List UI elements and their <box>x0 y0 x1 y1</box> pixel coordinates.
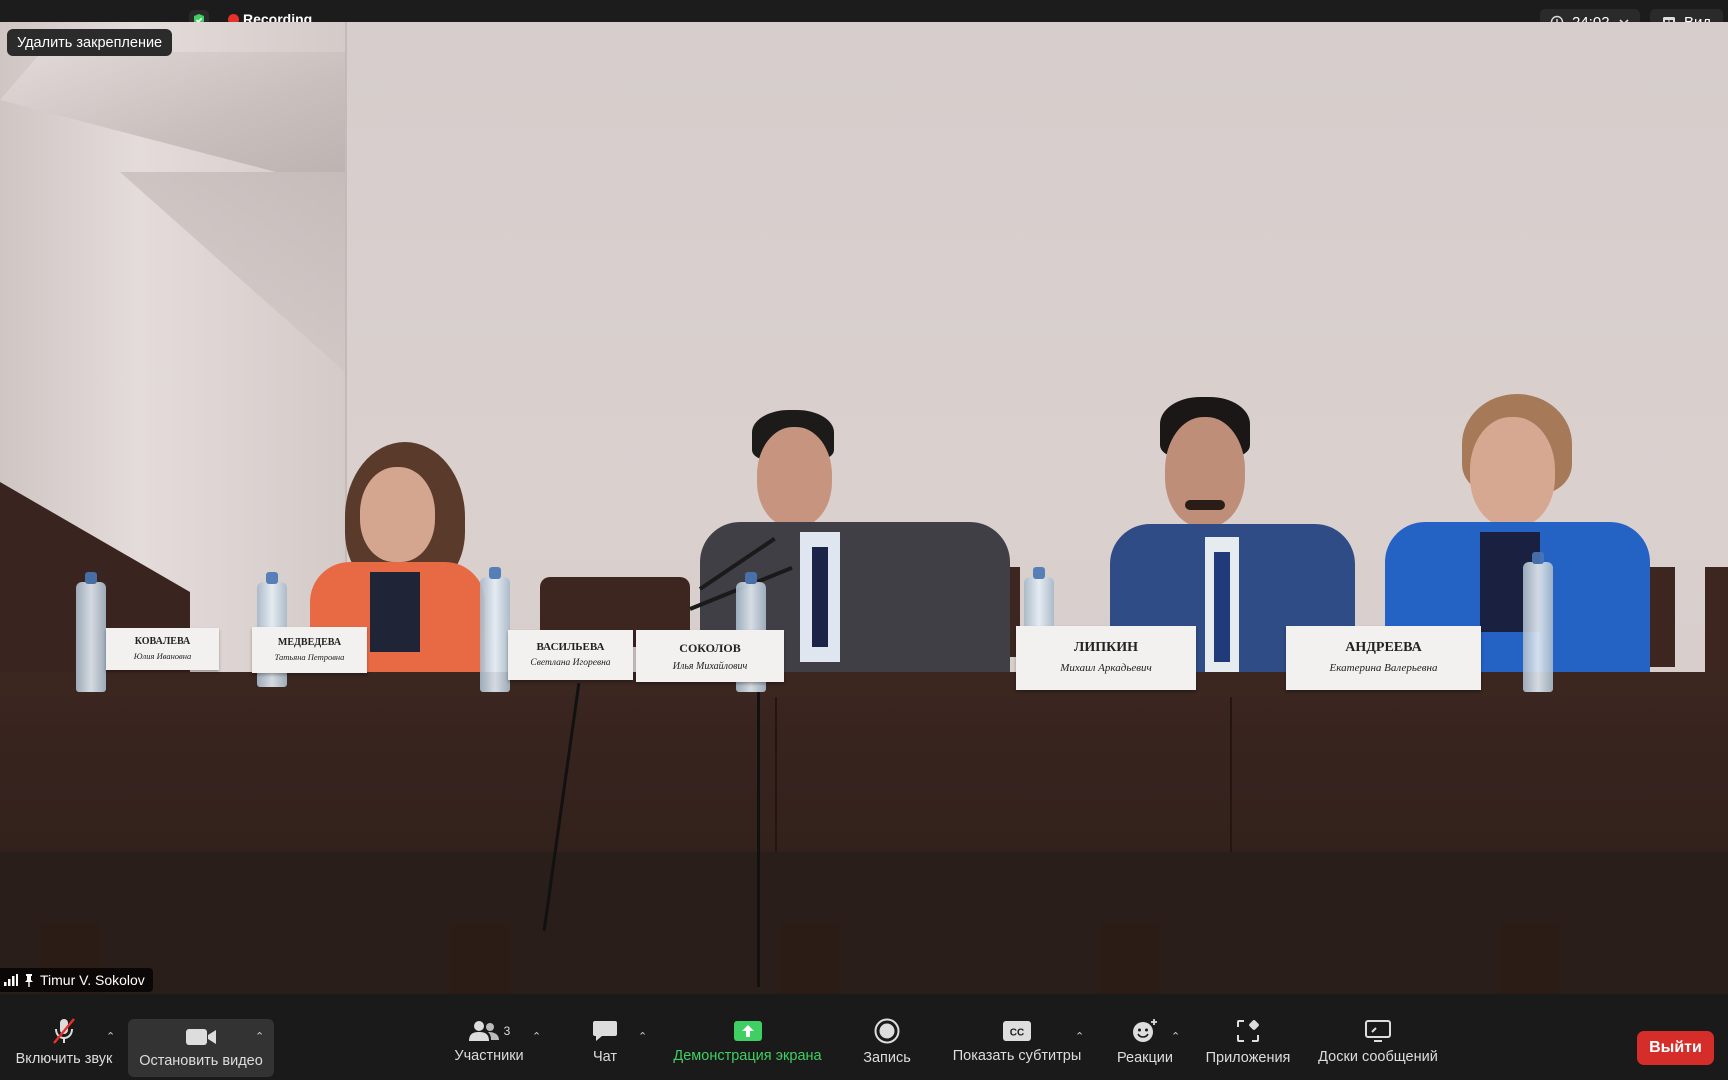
chat-label: Чат <box>592 1049 618 1065</box>
signal-strength-icon <box>4 974 18 986</box>
water-bottle <box>1523 552 1553 692</box>
water-bottle <box>76 572 106 692</box>
chair-back <box>1705 567 1728 677</box>
record-button[interactable]: Запись <box>857 1004 917 1080</box>
nameplate-given-name: Екатерина Валерьевна <box>1329 662 1438 674</box>
participant-name-label: Timur V. Sokolov <box>0 968 153 992</box>
unmute-button[interactable]: Включить звук <box>12 1004 116 1080</box>
share-screen-icon <box>733 1021 762 1041</box>
nameplate-given-name: Татьяна Петровна <box>274 652 345 662</box>
water-bottle <box>480 567 510 692</box>
nameplate: МЕДВЕДЕВА Татьяна Петровна <box>252 627 367 673</box>
participant-name: Timur V. Sokolov <box>40 972 145 988</box>
stop-video-button[interactable]: Остановить видео <box>128 1019 274 1077</box>
apps-icon <box>1237 1020 1259 1042</box>
stop-video-label: Остановить видео <box>139 1053 263 1069</box>
video-options-caret-icon[interactable]: ⌃ <box>255 1030 264 1043</box>
nameplate: ЛИПКИН Михаил Аркадьевич <box>1016 626 1196 690</box>
chat-bubble-icon <box>593 1021 617 1041</box>
nameplate: КОВАЛЕВА Юлия Ивановна <box>106 628 219 670</box>
nameplate-given-name: Юлия Ивановна <box>133 651 192 661</box>
nameplate: ВАСИЛЬЕВА Светлана Игоревна <box>508 630 633 680</box>
share-screen-button[interactable]: Демонстрация экрана <box>665 1004 830 1080</box>
pin-icon <box>25 973 33 987</box>
record-label: Запись <box>863 1050 911 1066</box>
nameplate-surname: АНДРЕЕВА <box>1345 640 1422 655</box>
participants-options-caret-icon[interactable]: ⌃ <box>532 1030 541 1043</box>
whiteboards-label: Доски сообщений <box>1318 1049 1438 1065</box>
nameplate-surname: СОКОЛОВ <box>679 641 741 655</box>
leave-meeting-button[interactable]: Выйти <box>1637 1031 1714 1065</box>
nameplate-given-name: Светлана Игоревна <box>530 658 611 668</box>
cable <box>757 687 760 987</box>
video-feed: КОВАЛЕВА Юлия Ивановна МЕДВЕДЕВА Татьяна… <box>0 22 1728 994</box>
nameplate: СОКОЛОВ Илья Михайлович <box>636 630 784 682</box>
nameplate-surname: МЕДВЕДЕВА <box>277 637 342 648</box>
floor <box>0 852 1728 994</box>
participants-icon <box>468 1021 499 1041</box>
table-leg <box>1100 922 1160 994</box>
captions-options-caret-icon[interactable]: ⌃ <box>1075 1030 1084 1043</box>
record-icon <box>874 1018 900 1044</box>
nameplate-surname: ВАСИЛЬЕВА <box>536 641 605 653</box>
apps-button[interactable]: Приложения <box>1200 1004 1296 1080</box>
video-camera-icon <box>186 1029 216 1045</box>
microphone-muted-icon <box>53 1018 75 1044</box>
chat-button[interactable]: Чат <box>580 1004 630 1080</box>
nameplate: АНДРЕЕВА Екатерина Валерьевна <box>1286 626 1481 690</box>
closed-captions-icon: CC <box>1003 1021 1031 1041</box>
whiteboard-icon <box>1365 1020 1391 1042</box>
reactions-button[interactable]: Реакции <box>1110 1004 1180 1080</box>
table-leg <box>780 922 840 994</box>
show-captions-button[interactable]: CC Показать субтитры <box>948 1004 1086 1080</box>
whiteboards-button[interactable]: Доски сообщений <box>1310 1004 1446 1080</box>
nameplate-surname: КОВАЛЕВА <box>134 636 191 647</box>
reactions-options-caret-icon[interactable]: ⌃ <box>1171 1030 1180 1043</box>
nameplate-surname: ЛИПКИН <box>1073 640 1139 655</box>
svg-text:CC: CC <box>1010 1028 1024 1039</box>
participants-label: Участники <box>454 1048 524 1064</box>
reactions-label: Реакции <box>1116 1050 1173 1066</box>
participants-button[interactable]: 3 Участники <box>446 1004 532 1080</box>
table-leg <box>1500 922 1560 994</box>
share-screen-label: Демонстрация экрана <box>673 1048 822 1064</box>
unmute-label: Включить звук <box>15 1051 113 1067</box>
audio-options-caret-icon[interactable]: ⌃ <box>106 1030 115 1043</box>
table-leg <box>450 922 510 994</box>
chat-options-caret-icon[interactable]: ⌃ <box>638 1030 647 1043</box>
apps-label: Приложения <box>1205 1050 1291 1066</box>
nameplate-given-name: Илья Михайлович <box>672 661 748 672</box>
unpin-button[interactable]: Удалить закрепление <box>7 29 173 56</box>
emoji-reaction-icon <box>1133 1019 1157 1042</box>
participants-count: 3 <box>503 1024 511 1038</box>
nameplate-given-name: Михаил Аркадьевич <box>1060 662 1152 674</box>
show-captions-label: Показать субтитры <box>952 1048 1082 1064</box>
